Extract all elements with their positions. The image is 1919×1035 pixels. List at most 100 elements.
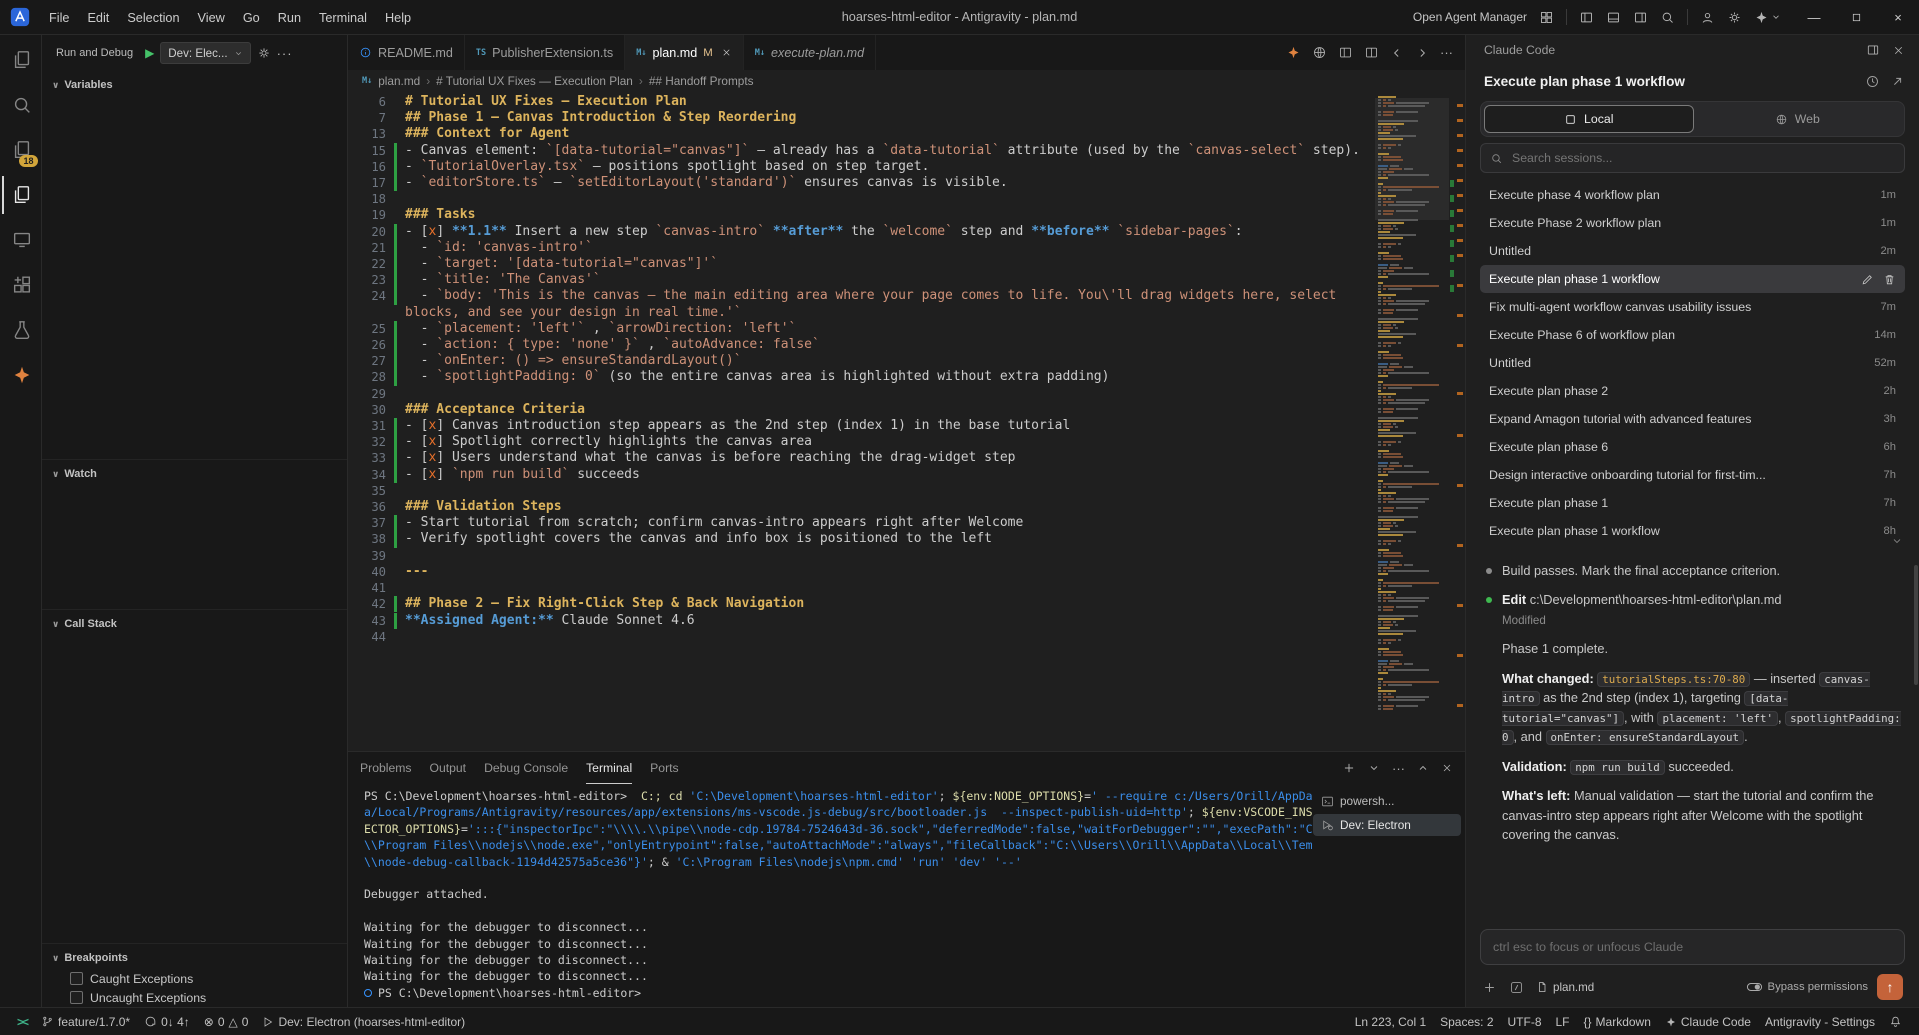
menu-help[interactable]: Help (376, 7, 420, 29)
editor-line[interactable]: 20- [x] **1.1** Insert a new step `canva… (348, 224, 1373, 240)
line-number[interactable]: 27 (348, 353, 388, 369)
terminal-output[interactable]: PS C:\Development\hoarses-html-editor> C… (348, 784, 1313, 1007)
menu-file[interactable]: File (40, 7, 78, 29)
line-number[interactable]: 17 (348, 175, 388, 191)
line-number[interactable]: 43 (348, 613, 388, 629)
split-editor-icon[interactable] (1364, 45, 1379, 60)
editor[interactable]: 6# Tutorial UX Fixes — Execution Plan7##… (348, 92, 1465, 751)
line-number[interactable]: 24 (348, 288, 388, 304)
line-number[interactable]: 23 (348, 272, 388, 288)
debug-settings-gear-icon[interactable] (257, 46, 271, 60)
line-number[interactable]: 28 (348, 369, 388, 385)
activity-search-icon[interactable] (2, 86, 40, 124)
editor-line[interactable]: 24 - `body: 'This is the canvas — the ma… (348, 288, 1373, 320)
line-number[interactable]: 36 (348, 499, 388, 515)
line-number[interactable]: 20 (348, 224, 388, 240)
slash-commands-icon[interactable] (1509, 980, 1524, 995)
open-preview-icon[interactable] (1338, 45, 1353, 60)
editor-line[interactable]: 33- [x] Users understand what the canvas… (348, 450, 1373, 466)
agent-actions-icon[interactable] (1286, 45, 1301, 60)
line-number[interactable]: 29 (348, 386, 388, 402)
breadcrumb-item[interactable]: # Tutorial UX Fixes — Execution Plan (436, 74, 633, 88)
breadcrumb-item[interactable]: ## Handoff Prompts (649, 74, 754, 88)
line-number[interactable]: 41 (348, 580, 388, 596)
editor-line[interactable]: 32- [x] Spotlight correctly highlights t… (348, 434, 1373, 450)
line-number[interactable]: 32 (348, 434, 388, 450)
remote-indicator[interactable]: >< (10, 1008, 34, 1035)
editor-line[interactable]: 34- [x] `npm run build` succeeds (348, 467, 1373, 483)
activity-source-control-icon[interactable]: 18 (2, 131, 40, 169)
indentation[interactable]: Spaces: 2 (1433, 1008, 1500, 1035)
agent-manager-grid-icon[interactable] (1539, 10, 1554, 25)
edit-session-icon[interactable] (1861, 273, 1874, 286)
language-mode[interactable]: {}Markdown (1577, 1008, 1658, 1035)
menu-view[interactable]: View (189, 7, 234, 29)
menu-go[interactable]: Go (234, 7, 269, 29)
session-item[interactable]: Execute Phase 2 workflow plan1m (1480, 209, 1905, 237)
start-debug-button[interactable]: ▶ (145, 46, 154, 60)
editor-line[interactable]: 18 (348, 191, 1373, 207)
caught-exceptions-row[interactable]: Caught Exceptions (48, 969, 347, 988)
line-number[interactable]: 13 (348, 126, 388, 142)
toggle-secondary-sidebar-icon[interactable] (1633, 10, 1648, 25)
line-number[interactable]: 21 (348, 240, 388, 256)
line-number[interactable]: 31 (348, 418, 388, 434)
uncaught-exceptions-row[interactable]: Uncaught Exceptions (48, 988, 347, 1007)
session-item[interactable]: Execute plan phase 1 workflow8h (1480, 517, 1905, 545)
maximize-button[interactable] (1835, 0, 1877, 34)
search-icon[interactable] (1660, 10, 1675, 25)
debug-config-dropdown[interactable]: Dev: Elec... (160, 42, 250, 64)
editor-line[interactable]: 40--- (348, 564, 1373, 580)
line-number[interactable]: 40 (348, 564, 388, 580)
forward-icon[interactable] (1415, 46, 1429, 60)
web-tab[interactable]: Web (1694, 105, 1902, 133)
session-item[interactable]: Untitled52m (1480, 349, 1905, 377)
line-number[interactable]: 30 (348, 402, 388, 418)
eol-sequence[interactable]: LF (1549, 1008, 1577, 1035)
editor-line[interactable]: 43**Assigned Agent:** Claude Sonnet 4.6 (348, 613, 1373, 629)
close-panel-icon[interactable] (1441, 762, 1453, 774)
panel-tab-terminal[interactable]: Terminal (586, 752, 632, 784)
editor-line[interactable]: 17- `editorStore.ts` — `setEditorLayout(… (348, 175, 1373, 191)
list-scroll-chevron-icon[interactable] (1891, 535, 1903, 547)
editor-line[interactable]: 15- Canvas element: `[data-tutorial="can… (348, 143, 1373, 159)
session-item[interactable]: Execute Phase 6 of workflow plan14m (1480, 321, 1905, 349)
line-number[interactable]: 22 (348, 256, 388, 272)
line-number[interactable]: 42 (348, 596, 388, 612)
editor-line[interactable]: 16- `TutorialOverlay.tsx` — positions sp… (348, 159, 1373, 175)
session-item[interactable]: Execute plan phase 1 workflow (1480, 265, 1905, 293)
terminal-instance-powersh[interactable]: powersh... (1313, 790, 1461, 812)
variables-section-header[interactable]: ∨Variables (48, 74, 347, 96)
send-button[interactable]: ↑ (1877, 974, 1903, 1000)
menu-selection[interactable]: Selection (118, 7, 188, 29)
editor-content[interactable]: 6# Tutorial UX Fixes — Execution Plan7##… (348, 94, 1373, 751)
menu-edit[interactable]: Edit (78, 7, 118, 29)
activity-agent-icon[interactable] (2, 356, 40, 394)
toggle-sidebar-icon[interactable] (1579, 10, 1594, 25)
breadcrumb-item[interactable]: plan.md (378, 74, 420, 88)
session-item[interactable]: Execute plan phase 22h (1480, 377, 1905, 405)
activity-remote-icon[interactable] (2, 221, 40, 259)
editor-line[interactable]: 27 - `onEnter: () => ensureStandardLayou… (348, 353, 1373, 369)
session-item[interactable]: Execute plan phase 17h (1480, 489, 1905, 517)
profile-icon[interactable] (1700, 10, 1715, 25)
line-number[interactable]: 15 (348, 143, 388, 159)
editor-line[interactable]: 6# Tutorial UX Fixes — Execution Plan (348, 94, 1373, 110)
tab-execute-plan.md[interactable]: M↓execute-plan.md (744, 35, 876, 70)
checkbox[interactable] (70, 991, 83, 1004)
terminal-instance-DevElectron[interactable]: Dev: Electron (1313, 814, 1461, 836)
line-number[interactable]: 35 (348, 483, 388, 499)
editor-line[interactable]: 42## Phase 2 — Fix Right-Click Step & Ba… (348, 596, 1373, 612)
antigravity-settings[interactable]: Antigravity - Settings (1758, 1008, 1882, 1035)
bypass-permissions-toggle[interactable]: Bypass permissions (1746, 981, 1868, 993)
editor-line[interactable]: 21 - `id: 'canvas-intro'` (348, 240, 1373, 256)
claude-prompt-input[interactable] (1491, 939, 1894, 955)
panel-tab-debug-console[interactable]: Debug Console (484, 752, 568, 784)
line-number[interactable]: 34 (348, 467, 388, 483)
editor-line[interactable]: 22 - `target: '[data-tutorial="canvas"]'… (348, 256, 1373, 272)
editor-line[interactable]: 31- [x] Canvas introduction step appears… (348, 418, 1373, 434)
toggle-panel-icon[interactable] (1606, 10, 1621, 25)
cursor-position[interactable]: Ln 223, Col 1 (1348, 1008, 1433, 1035)
overview-ruler[interactable] (1449, 92, 1465, 751)
close-tab-icon[interactable] (721, 47, 732, 58)
